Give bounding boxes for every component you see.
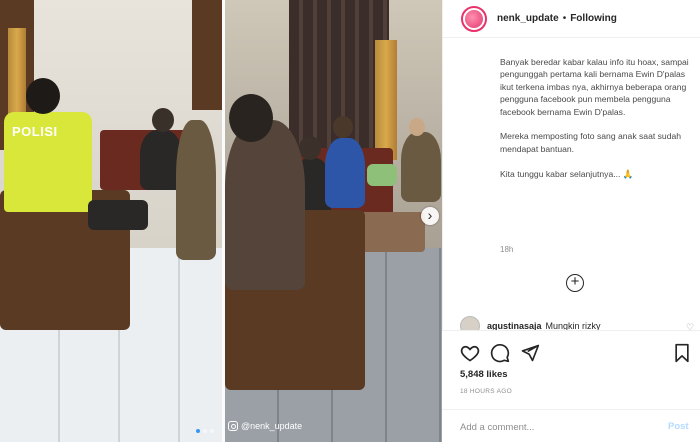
caption-time: 18h bbox=[500, 245, 514, 254]
caption-paragraph: Kita tunggu kabar selanjutnya... 🙏 bbox=[500, 168, 634, 179]
following-button[interactable]: Following bbox=[570, 13, 617, 24]
caption-paragraph: Mereka memposting foto sang anak saat su… bbox=[500, 131, 682, 154]
instagram-icon bbox=[228, 421, 238, 431]
post-date: 18 HOURS AGO bbox=[460, 388, 513, 395]
carousel-dot bbox=[210, 429, 214, 433]
post-caption: Banyak beredar kabar kalau info itu hoax… bbox=[500, 56, 695, 192]
carousel-dot bbox=[203, 429, 207, 433]
caption-paragraph: Banyak beredar kabar kalau info itu hoax… bbox=[500, 57, 689, 117]
photo-family-visit bbox=[225, 0, 442, 442]
post-username[interactable]: nenk_update bbox=[497, 13, 559, 24]
bookmark-icon[interactable] bbox=[672, 343, 692, 363]
carousel-next-button[interactable]: › bbox=[421, 207, 439, 225]
share-icon[interactable] bbox=[520, 343, 540, 363]
carousel-dot-active bbox=[196, 429, 200, 433]
likes-count[interactable]: 5,848 likes bbox=[460, 369, 508, 380]
photo-police-visit: POLISI bbox=[0, 0, 222, 442]
carousel-dots bbox=[196, 429, 214, 433]
post-actions: 5,848 likes 18 HOURS AGO Post bbox=[442, 330, 700, 442]
post-header: nenk_update • Following bbox=[443, 0, 700, 38]
heart-icon[interactable] bbox=[460, 343, 480, 363]
add-comment-input[interactable] bbox=[460, 419, 650, 435]
post-media[interactable]: POLISI › @nenk_update bbox=[0, 0, 442, 442]
vest-label: POLISI bbox=[12, 124, 58, 139]
header-separator: • bbox=[562, 13, 567, 24]
add-comment-bar: Post bbox=[442, 409, 700, 442]
avatar[interactable] bbox=[461, 5, 487, 32]
watermark-text: @nenk_update bbox=[241, 421, 303, 431]
post-comment-button[interactable]: Post bbox=[668, 421, 689, 432]
load-more-comments-button[interactable]: + bbox=[566, 274, 584, 292]
watermark: @nenk_update bbox=[228, 421, 302, 431]
comment-icon[interactable] bbox=[490, 343, 510, 363]
